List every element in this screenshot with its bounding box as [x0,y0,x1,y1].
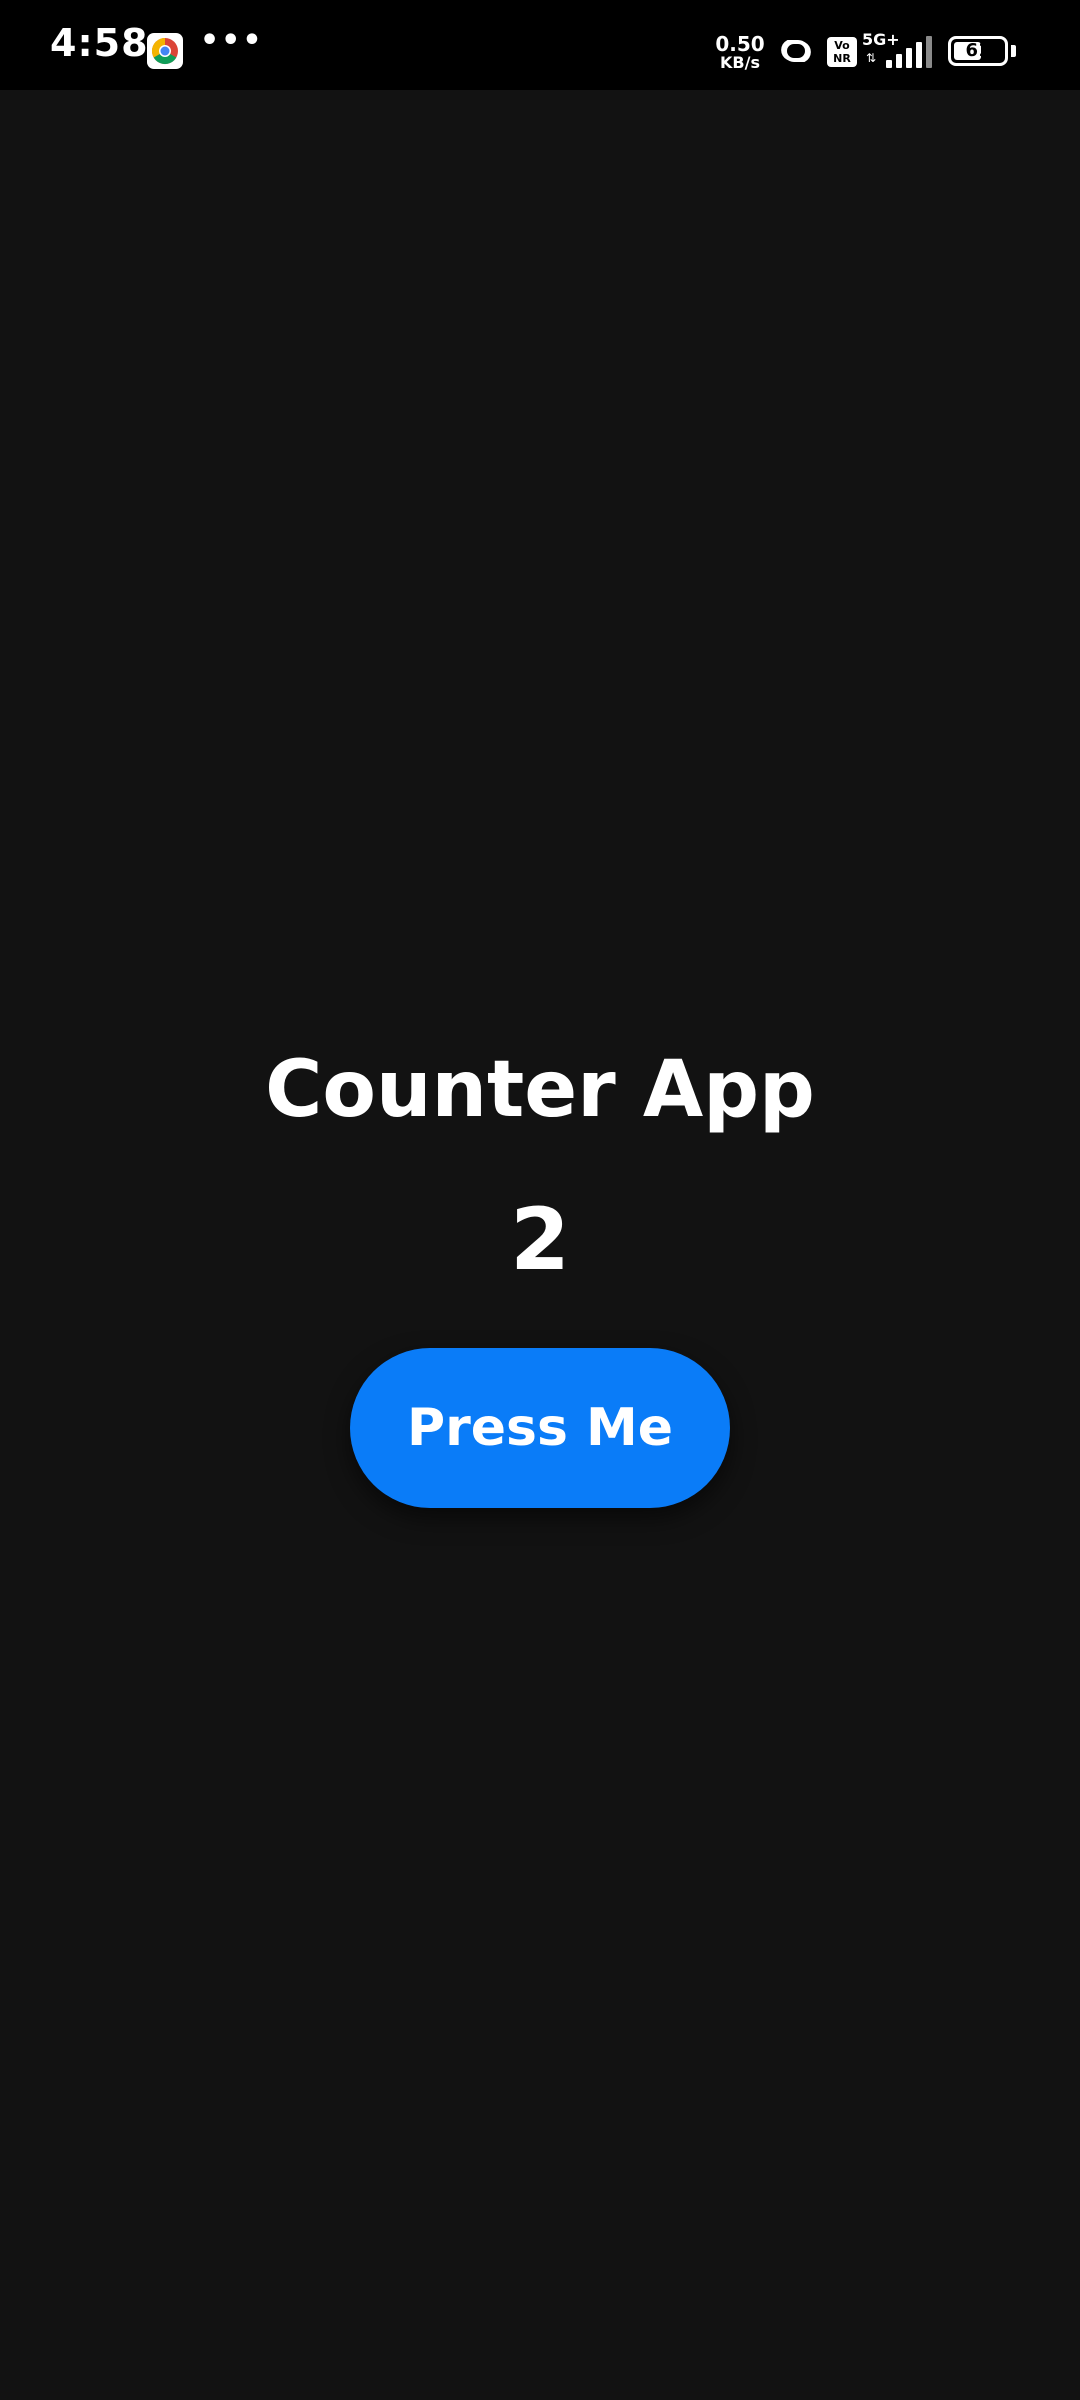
hotspot-icon [774,36,818,70]
status-time: 4:58 [50,21,149,65]
press-me-button[interactable]: Press Me [350,1348,730,1508]
vonr-top-label: Vo [834,39,850,52]
vonr-bottom-label: NR [833,52,851,65]
data-activity-icon: ⇅ [866,51,877,65]
network-speed-value: 0.50 [715,32,765,56]
battery-icon: 61 [948,36,1008,66]
more-notifications-icon: ••• [200,23,264,58]
vonr-icon: Vo NR [827,37,857,67]
chrome-icon [147,33,183,69]
status-bar: 4:58 ••• 0.50 KB/s Vo NR 5G+ ⇅ 61 [0,0,1080,90]
page-title: Counter App [265,1045,815,1135]
battery-tip [1011,45,1016,57]
signal-icon [880,36,936,72]
battery-level: 61 [965,40,991,61]
app-screen: 4:58 ••• 0.50 KB/s Vo NR 5G+ ⇅ 61 Counte… [0,0,1080,2400]
network-speed: 0.50 KB/s [712,34,768,71]
network-speed-unit: KB/s [720,53,760,72]
counter-value: 2 [510,1190,570,1290]
